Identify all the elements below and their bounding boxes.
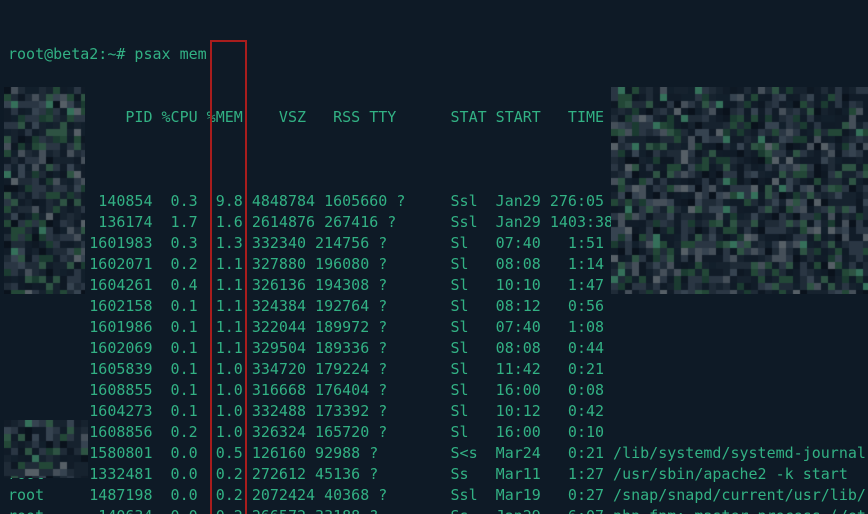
process-row: 1602158 0.1 1.1 324384 192764 ? Sl 08:12… <box>8 297 614 315</box>
redaction-mosaic-commands <box>611 87 868 294</box>
process-row: 1604273 0.1 1.0 332488 173392 ? Sl 10:12… <box>8 402 614 420</box>
process-row: root 1580801 0.0 0.5 126160 92988 ? S<s … <box>8 444 866 462</box>
terminal-screen[interactable]: root@beta2:~# psax mem USER PID %CPU %ME… <box>0 0 868 514</box>
process-row: root 1487198 0.0 0.2 2072424 40368 ? Ssl… <box>8 486 866 504</box>
process-row: 1601986 0.1 1.1 322044 189972 ? Sl 07:40… <box>8 318 614 336</box>
process-row: 1608856 0.2 1.0 326324 165720 ? Sl 16:00… <box>8 423 614 441</box>
process-row: 1608855 0.1 1.0 316668 176404 ? Sl 16:00… <box>8 381 614 399</box>
redaction-mosaic-users-top <box>4 87 85 294</box>
prompt-line: root@beta2:~# psax mem <box>8 45 207 63</box>
process-row: root 1332481 0.0 0.2 272612 45136 ? Ss M… <box>8 465 848 483</box>
terminal-window: { "terminal": { "prompt": "root@beta2:~#… <box>0 0 868 514</box>
process-row: 1602069 0.1 1.1 329504 189336 ? Sl 08:08… <box>8 339 614 357</box>
process-row: root 140634 0.0 0.2 266572 33188 ? Ss Ja… <box>8 506 866 514</box>
redaction-mosaic-users-bottom <box>4 420 88 478</box>
process-row: 1605839 0.1 1.0 334720 179224 ? Sl 11:42… <box>8 360 614 378</box>
